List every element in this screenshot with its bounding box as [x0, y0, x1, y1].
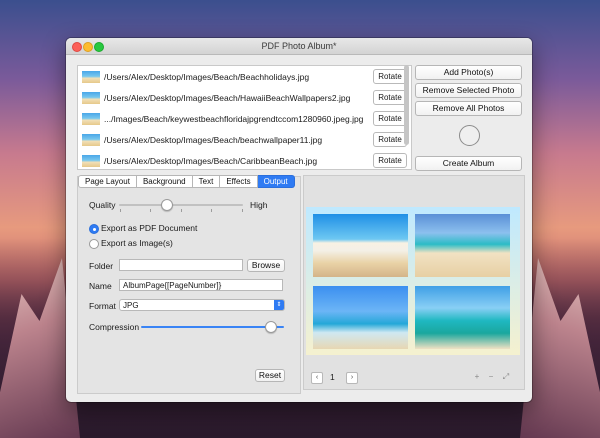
- format-value: JPG: [123, 301, 139, 310]
- slider-tick: [211, 209, 212, 212]
- tab-output[interactable]: Output: [257, 175, 295, 188]
- tab-background[interactable]: Background: [136, 175, 193, 188]
- chevron-right-icon[interactable]: ›: [346, 372, 358, 384]
- file-row[interactable]: /Users/Alex/Desktop/Images/Beach/Caribbe…: [78, 150, 411, 169]
- close-window-button[interactable]: [72, 42, 82, 52]
- compression-label: Compression: [89, 322, 140, 332]
- file-path: /Users/Alex/Desktop/Images/Beach/Caribbe…: [104, 155, 318, 166]
- photo-file-list[interactable]: /Users/Alex/Desktop/Images/Beach/Beachho…: [77, 65, 412, 170]
- file-thumbnail: [82, 112, 100, 125]
- tab-page-layout[interactable]: Page Layout: [78, 175, 137, 188]
- slider-tick: [242, 209, 243, 212]
- window-title: PDF Photo Album*: [261, 41, 337, 51]
- zoom-window-button[interactable]: [94, 42, 104, 52]
- preview-photo: [415, 214, 510, 277]
- rotate-button[interactable]: Rotate: [373, 111, 407, 126]
- quality-slider-track: [119, 204, 243, 206]
- page-number: 1: [330, 372, 335, 382]
- remove-all-photos-button[interactable]: Remove All Photos: [415, 101, 522, 116]
- file-path: /Users/Alex/Desktop/Images/Beach/Beachho…: [104, 71, 310, 82]
- file-row[interactable]: .../Images/Beach/keywestbeachfloridajpgr…: [78, 108, 411, 129]
- reset-button[interactable]: Reset: [255, 369, 285, 382]
- compression-slider-knob[interactable]: [264, 321, 277, 333]
- preview-photo: [415, 286, 510, 349]
- create-album-button[interactable]: Create Album: [415, 156, 522, 171]
- export-pdf-label: Export as PDF Document: [101, 223, 198, 233]
- rotate-button[interactable]: Rotate: [373, 90, 407, 105]
- minus-icon[interactable]: −: [486, 372, 496, 382]
- title-bar: PDF Photo Album*: [66, 38, 532, 55]
- tab-text[interactable]: Text: [192, 175, 221, 188]
- file-thumbnail: [82, 154, 100, 167]
- chevron-left-icon[interactable]: ‹: [311, 372, 323, 384]
- preview-photo: [313, 286, 408, 349]
- rotate-button[interactable]: Rotate: [373, 132, 407, 147]
- preview-photo: [313, 214, 408, 277]
- slider-tick: [120, 209, 121, 212]
- rotate-button[interactable]: Rotate: [373, 69, 407, 84]
- tab-effects[interactable]: Effects: [220, 175, 258, 188]
- name-label: Name: [89, 281, 112, 291]
- quality-slider-knob[interactable]: [161, 199, 174, 211]
- export-images-label: Export as Image(s): [101, 238, 173, 248]
- file-path: /Users/Alex/Desktop/Images/Beach/beachwa…: [104, 134, 323, 145]
- export-pdf-radio[interactable]: [89, 224, 99, 234]
- browse-button[interactable]: Browse: [247, 259, 285, 272]
- name-field[interactable]: AlbumPage{[PageNumber]}: [119, 279, 283, 291]
- remove-selected-photo-button[interactable]: Remove Selected Photo: [415, 83, 522, 98]
- settings-tabs: Page Layout Background Text Effects Outp…: [78, 175, 295, 188]
- file-thumbnail: [82, 70, 100, 83]
- app-window: PDF Photo Album* /Users/Alex/Desktop/Ima…: [66, 38, 532, 402]
- quality-high-label: High: [250, 200, 268, 210]
- folder-label: Folder: [89, 261, 114, 271]
- compression-slider-track: [141, 326, 284, 328]
- expand-icon[interactable]: ⤢: [501, 372, 511, 382]
- format-label: Format: [89, 301, 116, 311]
- minimize-window-button[interactable]: [83, 42, 93, 52]
- file-path: /Users/Alex/Desktop/Images/Beach/HawaiiB…: [104, 92, 351, 103]
- quality-label: Quality: [89, 200, 116, 210]
- file-path: .../Images/Beach/keywestbeachfloridajpgr…: [104, 113, 364, 124]
- file-thumbnail: [82, 133, 100, 146]
- file-row[interactable]: /Users/Alex/Desktop/Images/Beach/Beachho…: [78, 66, 411, 87]
- chevron-up-down-icon: ⇕: [274, 300, 284, 310]
- export-images-radio[interactable]: [89, 239, 99, 249]
- format-select[interactable]: JPG ⇕: [119, 299, 285, 311]
- file-row[interactable]: /Users/Alex/Desktop/Images/Beach/beachwa…: [78, 129, 411, 150]
- add-photos-button[interactable]: Add Photo(s): [415, 65, 522, 80]
- file-row[interactable]: /Users/Alex/Desktop/Images/Beach/HawaiiB…: [78, 87, 411, 108]
- plus-icon[interactable]: +: [472, 372, 482, 382]
- progress-indicator: [459, 125, 480, 146]
- file-list-scrollbar[interactable]: [404, 65, 409, 145]
- file-thumbnail: [82, 91, 100, 104]
- slider-tick: [150, 209, 151, 212]
- slider-tick: [181, 209, 182, 212]
- folder-field[interactable]: [119, 259, 243, 271]
- rotate-button[interactable]: Rotate: [373, 153, 407, 168]
